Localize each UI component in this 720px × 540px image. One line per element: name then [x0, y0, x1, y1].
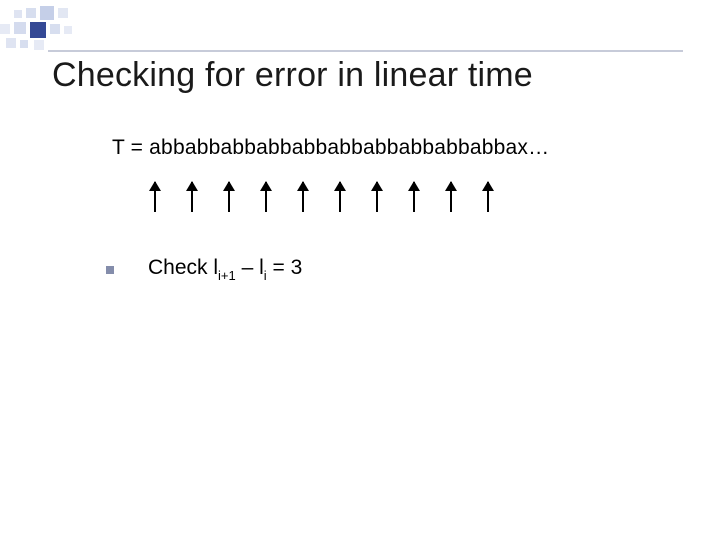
up-arrow-icon	[265, 182, 267, 212]
up-arrow-icon	[339, 182, 341, 212]
check-tail: = 3	[267, 256, 303, 279]
arrow-row	[154, 170, 534, 220]
up-arrow-icon	[413, 182, 415, 212]
up-arrow-icon	[302, 182, 304, 212]
up-arrow-icon	[191, 182, 193, 212]
check-sub2: i	[264, 268, 267, 283]
check-sub1: i+1	[218, 268, 236, 283]
up-arrow-icon	[487, 182, 489, 212]
check-lead: Check l	[148, 256, 218, 279]
title-underline	[48, 50, 683, 52]
slide: Checking for error in linear time T = ab…	[0, 0, 720, 540]
bullet-icon	[106, 266, 114, 274]
t-string-line: T = abbabbabbabbabbabbabbabbabbabbax…	[112, 136, 549, 160]
corner-decoration	[0, 6, 160, 46]
up-arrow-icon	[450, 182, 452, 212]
up-arrow-icon	[228, 182, 230, 212]
up-arrow-icon	[376, 182, 378, 212]
check-mid: – l	[236, 256, 264, 279]
up-arrow-icon	[154, 182, 156, 212]
slide-title: Checking for error in linear time	[52, 56, 533, 95]
bullet-row: Check li+1 – li = 3	[106, 256, 302, 282]
check-text: Check li+1 – li = 3	[148, 256, 302, 282]
